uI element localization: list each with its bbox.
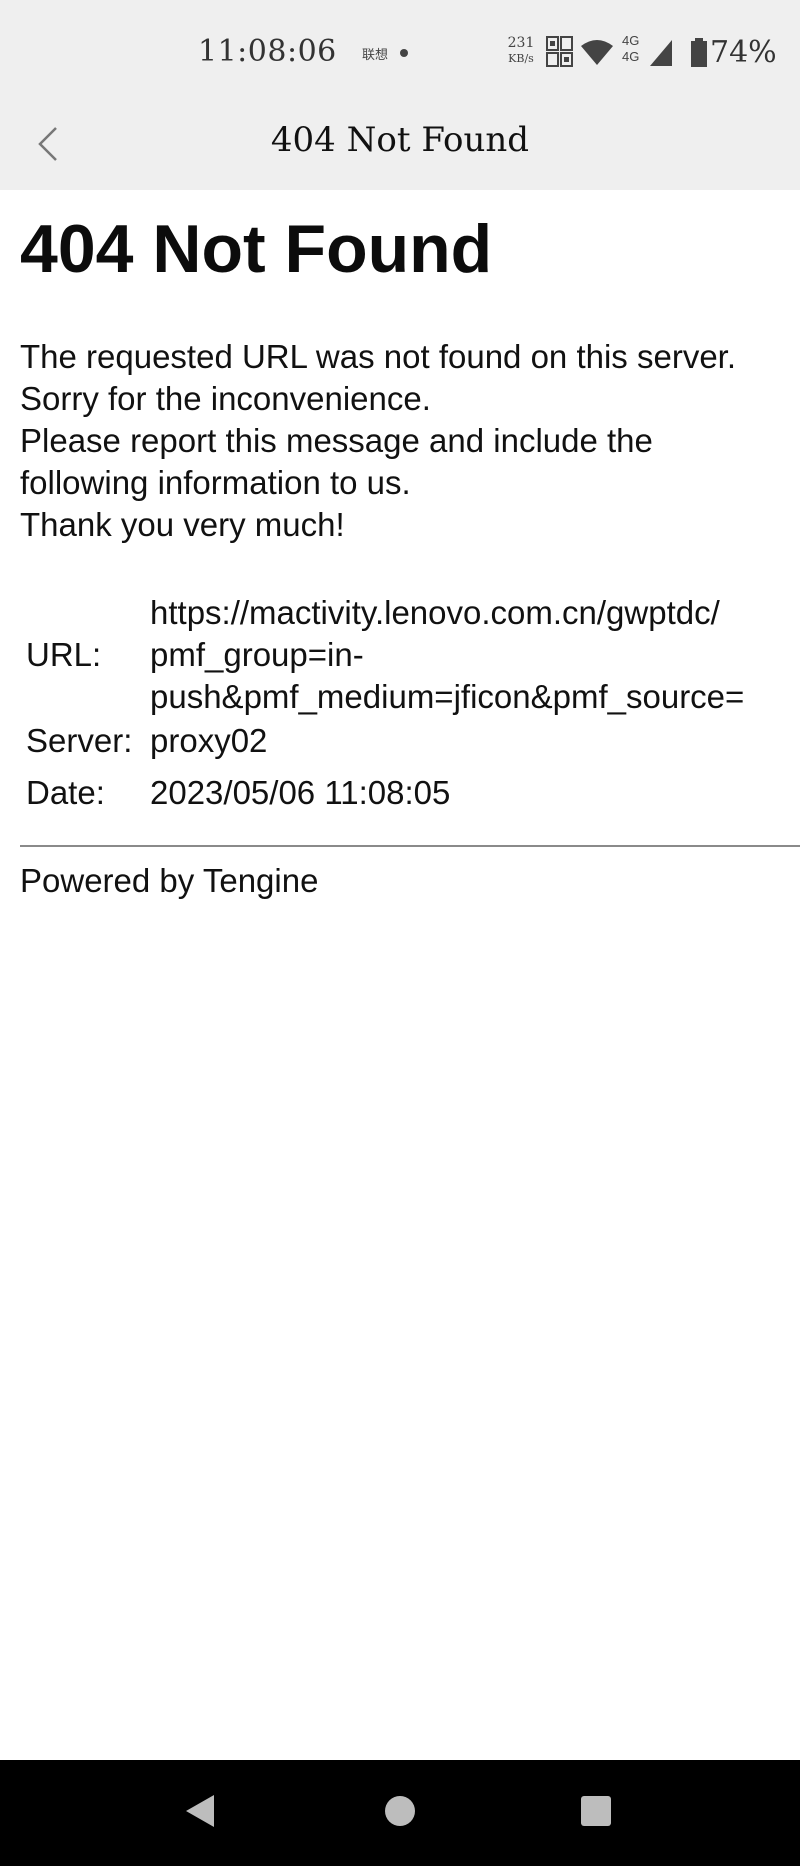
status-bar: 11:08:06 联想 231 KB/s 4G 4G 74% — [0, 0, 800, 104]
hd-call-icon — [546, 36, 574, 73]
wifi-icon — [580, 38, 614, 71]
error-heading: 404 Not Found — [20, 211, 493, 287]
battery-level: 74% — [710, 35, 777, 70]
network-type: 4G 4G — [622, 33, 639, 65]
network-speed-value: 231 — [507, 35, 535, 51]
network-speed: 231 KB/s — [504, 36, 538, 66]
url-label: URL: — [26, 636, 102, 673]
server-label: Server: — [26, 722, 133, 759]
message-line: Sorry for the inconvenience. — [20, 380, 431, 417]
battery-icon — [690, 38, 708, 73]
divider — [20, 845, 800, 847]
system-home-button[interactable] — [350, 1760, 450, 1866]
circle-home-icon — [384, 1795, 416, 1832]
network-type-sim1: 4G — [622, 33, 640, 48]
url-value: https://mactivity.lenovo.com.cn/gwptdc/ … — [150, 592, 744, 718]
url-line: https://mactivity.lenovo.com.cn/gwptdc/ — [150, 594, 720, 631]
message-line: following information to us. — [20, 464, 411, 501]
message-line: The requested URL was not found on this … — [20, 338, 737, 375]
error-message: The requested URL was not found on this … — [20, 336, 736, 546]
app-header: 404 Not Found — [0, 104, 800, 190]
system-navigation-bar — [0, 1760, 800, 1866]
status-time: 11:08:06 — [198, 34, 337, 69]
date-label: Date: — [26, 774, 105, 811]
message-line: Please report this message and include t… — [20, 422, 653, 459]
date-value: 2023/05/06 11:08:05 — [150, 774, 451, 811]
page-title: 404 Not Found — [270, 120, 530, 160]
system-back-button[interactable] — [150, 1760, 250, 1866]
notification-dot-icon — [400, 49, 408, 57]
square-recents-icon — [580, 1795, 612, 1832]
system-recents-button[interactable] — [546, 1760, 646, 1866]
signal-strength-icon — [648, 38, 674, 73]
server-value: proxy02 — [150, 722, 268, 759]
triangle-back-icon — [184, 1793, 216, 1834]
message-line: Thank you very much! — [20, 506, 345, 543]
status-carrier: 联想 — [362, 47, 389, 62]
powered-by-footer: Powered by Tengine — [20, 862, 319, 899]
network-type-sim2: 4G — [622, 49, 640, 64]
url-line: pmf_group=in- — [150, 636, 364, 673]
network-speed-unit: KB/s — [508, 52, 534, 65]
url-line: push&pmf_medium=jficon&pmf_source= — [150, 678, 745, 715]
